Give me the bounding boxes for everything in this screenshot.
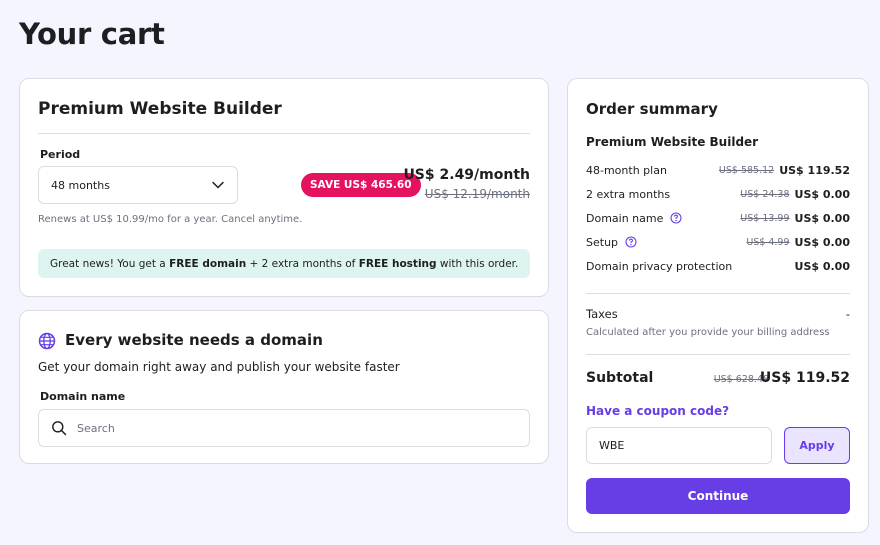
period-label: Period	[40, 148, 81, 161]
domain-subtitle: Get your domain right away and publish y…	[38, 360, 400, 374]
plan-old-price: US$ 12.19/month	[424, 187, 530, 201]
summary-title: Order summary	[586, 100, 718, 118]
plan-title: Premium Website Builder	[38, 99, 282, 119]
taxes-value: -	[845, 307, 850, 321]
domain-search-field[interactable]	[38, 409, 530, 447]
apply-button[interactable]: Apply	[784, 427, 850, 464]
renew-note: Renews at US$ 10.99/mo for a year. Cance…	[38, 214, 303, 225]
order-summary-card: Order summary Premium Website Builder 48…	[567, 78, 869, 533]
domain-search-input[interactable]	[75, 420, 517, 436]
summary-line: 48-month plan US$ 585.12 US$ 119.52	[586, 163, 850, 177]
domain-card: Every website needs a domain Get your do…	[19, 310, 549, 464]
period-select[interactable]: 48 months	[38, 166, 238, 204]
subtotal-value: US$ 119.52	[759, 370, 850, 386]
old-price: US$ 24.38	[740, 188, 790, 200]
globe-icon	[38, 332, 56, 350]
subtotal-label: Subtotal	[586, 370, 654, 386]
line-value: US$ 0.00	[794, 187, 850, 201]
help-icon[interactable]	[625, 236, 637, 248]
promo-banner: Great news! You get a FREE domain + 2 ex…	[38, 249, 530, 278]
line-value: US$ 119.52	[779, 163, 850, 177]
divider	[586, 293, 850, 294]
summary-line: Domain name US$ 13.99 US$ 0.00	[586, 211, 850, 225]
plan-card: Premium Website Builder Period 48 months…	[19, 78, 549, 297]
summary-line: Setup US$ 4.99 US$ 0.00	[586, 235, 850, 249]
page-title: Your cart	[19, 17, 165, 51]
domain-title: Every website needs a domain	[65, 331, 323, 349]
continue-button[interactable]: Continue	[586, 478, 850, 514]
summary-line: Domain privacy protection US$ 0.00	[586, 259, 850, 273]
divider	[586, 354, 850, 355]
taxes-note: Calculated after you provide your billin…	[586, 327, 830, 338]
summary-product: Premium Website Builder	[586, 135, 759, 149]
domain-label: Domain name	[40, 390, 126, 403]
chevron-down-icon	[212, 181, 224, 189]
promo-text: Great news! You get a FREE domain + 2 ex…	[50, 257, 519, 270]
summary-line: 2 extra months US$ 24.38 US$ 0.00	[586, 187, 850, 201]
line-value: US$ 0.00	[794, 235, 850, 249]
coupon-link[interactable]: Have a coupon code?	[586, 404, 729, 418]
old-price: US$ 585.12	[718, 164, 775, 176]
help-icon[interactable]	[670, 212, 682, 224]
old-price: US$ 4.99	[746, 236, 790, 248]
line-value: US$ 0.00	[794, 259, 850, 273]
divider	[38, 133, 530, 134]
taxes-label: Taxes	[586, 307, 618, 321]
line-value: US$ 0.00	[794, 211, 850, 225]
period-value: 48 months	[51, 178, 110, 192]
plan-price: US$ 2.49/month	[403, 167, 530, 183]
search-icon	[52, 421, 67, 436]
coupon-input[interactable]	[586, 427, 772, 464]
old-price: US$ 13.99	[740, 212, 790, 224]
